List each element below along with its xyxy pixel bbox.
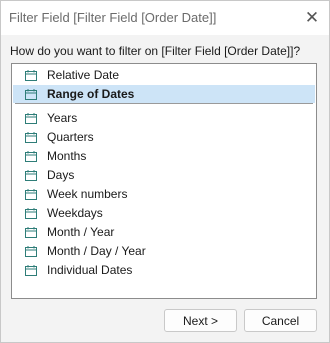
list-item-days[interactable]: Days <box>13 166 315 184</box>
calendar-icon <box>25 245 37 257</box>
list-item-label: Month / Day / Year <box>47 244 146 258</box>
list-item-label: Individual Dates <box>47 263 133 277</box>
list-item-label: Relative Date <box>47 68 120 82</box>
calendar-icon <box>25 207 37 219</box>
list-item-relative-date[interactable]: Relative Date <box>13 66 315 84</box>
list-item-label: Month / Year <box>47 225 115 239</box>
calendar-icon <box>25 69 37 81</box>
window-title: Filter Field [Filter Field [Order Date]] <box>9 10 217 25</box>
list-item-individual-dates[interactable]: Individual Dates <box>13 261 315 279</box>
list-item-label: Years <box>47 111 78 125</box>
filter-prompt: How do you want to filter on [Filter Fie… <box>10 44 301 58</box>
list-item-week-numbers[interactable]: Week numbers <box>13 185 315 203</box>
list-item-label: Months <box>47 149 87 163</box>
list-item-month-year[interactable]: Month / Year <box>13 223 315 241</box>
close-icon[interactable]: ✕ <box>301 6 323 28</box>
calendar-icon <box>25 150 37 162</box>
list-item-range-of-dates[interactable]: Range of Dates <box>13 85 315 103</box>
list-item-label: Weekdays <box>47 206 103 220</box>
calendar-icon <box>25 264 37 276</box>
calendar-icon <box>25 112 37 124</box>
list-item-months[interactable]: Months <box>13 147 315 165</box>
list-item-weekdays[interactable]: Weekdays <box>13 204 315 222</box>
title-bar: Filter Field [Filter Field [Order Date]]… <box>1 1 329 35</box>
list-item-label: Quarters <box>47 130 94 144</box>
calendar-icon <box>25 131 37 143</box>
list-item-label: Days <box>47 168 75 182</box>
list-item-years[interactable]: Years <box>13 109 315 127</box>
calendar-icon <box>25 169 37 181</box>
filter-field-dialog: Filter Field [Filter Field [Order Date]]… <box>0 0 330 343</box>
calendar-icon <box>25 88 37 100</box>
calendar-icon <box>25 188 37 200</box>
next-button[interactable]: Next > <box>164 309 237 332</box>
list-item-label: Week numbers <box>47 187 128 201</box>
list-item-month-day-year[interactable]: Month / Day / Year <box>13 242 315 260</box>
cancel-button[interactable]: Cancel <box>244 309 317 332</box>
calendar-icon <box>25 226 37 238</box>
list-item-quarters[interactable]: Quarters <box>13 128 315 146</box>
list-item-label: Range of Dates <box>47 87 135 101</box>
filter-type-list[interactable]: Relative Date Range of Dates Years Quart… <box>11 63 317 299</box>
list-separator <box>15 103 313 104</box>
